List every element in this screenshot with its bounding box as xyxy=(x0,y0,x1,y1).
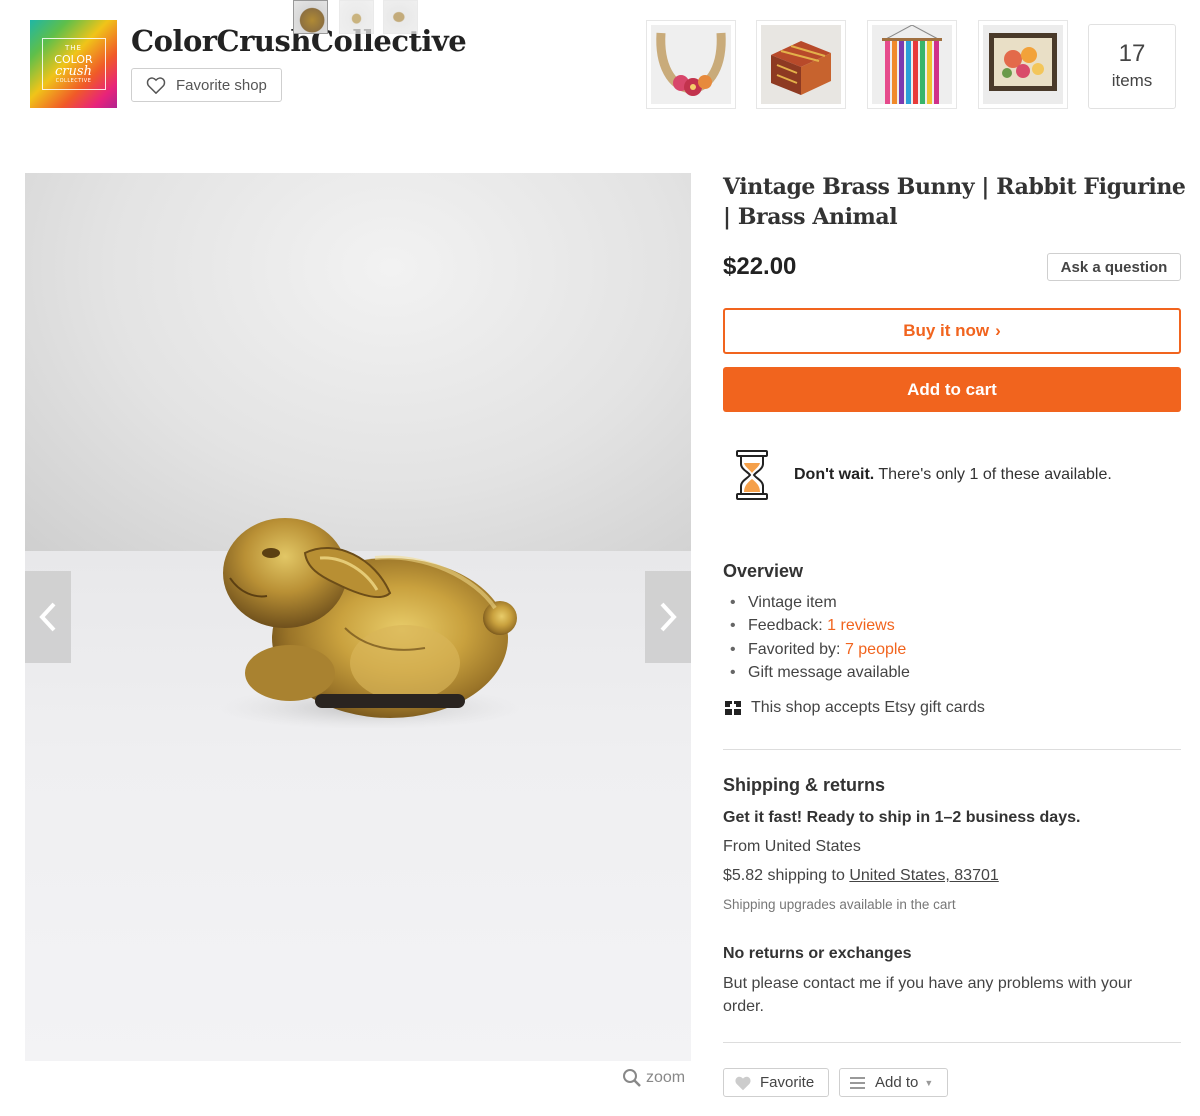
overview-item-feedback: Feedback: 1 reviews xyxy=(730,614,910,638)
shop-item-thumbnail-framed-floral[interactable] xyxy=(978,20,1068,109)
heart-icon xyxy=(146,77,166,94)
overview-item-gift-message: Gift message available xyxy=(730,661,910,685)
gift-cards-notice: This shop accepts Etsy gift cards xyxy=(725,699,985,717)
previous-image-button[interactable] xyxy=(25,571,71,663)
section-divider xyxy=(723,749,1181,750)
overview-item-favorited: Favorited by: 7 people xyxy=(730,638,910,662)
logo-line-4: COLLECTIVE xyxy=(55,77,92,84)
chevron-right-icon xyxy=(660,602,677,632)
items-count-number: 17 xyxy=(1118,40,1146,67)
shop-item-thumbnail-wall-hanging[interactable] xyxy=(867,20,957,109)
shop-logo-frame: THE COLOR crush COLLECTIVE xyxy=(41,38,106,90)
favorite-shop-label: Favorite shop xyxy=(176,76,267,94)
ask-a-question-button[interactable]: Ask a question xyxy=(1047,253,1181,281)
zoom-label: zoom xyxy=(646,1069,686,1086)
feedback-label: Feedback: xyxy=(748,617,828,635)
favorite-item-label: Favorite xyxy=(760,1074,815,1091)
scarcity-notice: Don't wait. There's only 1 of these avai… xyxy=(736,449,1186,501)
add-to-label: Add to xyxy=(875,1074,919,1091)
hourglass-icon xyxy=(736,450,768,500)
logo-line-3: crush xyxy=(55,63,92,79)
favorite-item-button[interactable]: Favorite xyxy=(723,1068,829,1097)
shipping-cost-prefix: $5.82 shipping to xyxy=(723,867,850,884)
box-image xyxy=(761,25,841,104)
shop-items-count[interactable]: 17 items xyxy=(1088,24,1176,109)
listing-price: $22.00 xyxy=(723,253,797,280)
framed-floral-image xyxy=(983,25,1063,104)
buy-it-now-button[interactable]: Buy it now › xyxy=(723,308,1181,354)
feedback-reviews-link[interactable]: 1 reviews xyxy=(827,617,895,634)
magnifier-icon xyxy=(623,1069,641,1087)
listing-title: Vintage Brass Bunny | Rabbit Figurine | … xyxy=(723,174,1186,230)
brass-bunny-figurine-image xyxy=(220,518,520,728)
shop-logo[interactable]: THE COLOR crush COLLECTIVE xyxy=(30,20,117,108)
logo-line-2: COLOR xyxy=(54,52,93,66)
shipping-cost: $5.82 shipping to United States, 83701 xyxy=(723,867,999,885)
scarcity-message: Don't wait. There's only 1 of these avai… xyxy=(794,466,1112,484)
returns-heading: No returns or exchanges xyxy=(723,945,912,962)
caret-down-icon: ▼ xyxy=(924,1077,934,1088)
next-image-button[interactable] xyxy=(645,571,691,663)
shop-item-thumbnail-necklace[interactable] xyxy=(646,20,736,109)
add-to-list-button[interactable]: Add to ▼ xyxy=(839,1068,948,1097)
add-to-cart-button[interactable]: Add to cart xyxy=(723,367,1181,412)
scarcity-bold: Don't wait. xyxy=(794,466,875,483)
scarcity-text: There's only 1 of these available. xyxy=(874,466,1112,483)
wall-hanging-image xyxy=(872,24,952,104)
image-thumbnail-3[interactable] xyxy=(383,0,418,34)
necklace-image xyxy=(651,25,731,104)
listing-main-image[interactable] xyxy=(25,173,691,1061)
chevron-right-icon: › xyxy=(995,321,1001,340)
ship-from-text: From United States xyxy=(723,838,861,855)
image-thumbnail-1[interactable] xyxy=(293,0,328,34)
list-icon xyxy=(850,1076,865,1089)
zoom-button[interactable]: zoom xyxy=(622,1068,685,1088)
chevron-left-icon xyxy=(39,602,56,632)
favorite-shop-button[interactable]: Favorite shop xyxy=(131,68,282,102)
buy-it-now-label: Buy it now xyxy=(903,321,990,340)
favorited-people-link[interactable]: 7 people xyxy=(845,641,906,658)
logo-line-1: THE xyxy=(65,43,82,52)
favorited-label: Favorited by: xyxy=(748,640,845,658)
image-thumbnail-2[interactable] xyxy=(339,0,374,34)
shipping-destination-link[interactable]: United States, 83701 xyxy=(849,867,998,884)
gift-card-icon xyxy=(725,701,741,715)
returns-text: But please contact me if you have any pr… xyxy=(723,975,1133,1015)
heart-icon xyxy=(735,1076,751,1090)
overview-heading: Overview xyxy=(723,561,804,581)
section-divider xyxy=(723,1042,1181,1043)
gift-cards-text: This shop accepts Etsy gift cards xyxy=(751,699,985,716)
shop-item-thumbnail-box[interactable] xyxy=(756,20,846,109)
image-wall-background xyxy=(25,173,691,551)
shipping-upgrades-note: Shipping upgrades available in the cart xyxy=(723,897,956,912)
overview-item-vintage: Vintage item xyxy=(730,591,910,615)
shipping-heading: Shipping & returns xyxy=(723,775,885,795)
overview-list: Vintage item Feedback: 1 reviews Favorit… xyxy=(730,591,910,684)
items-count-label: items xyxy=(1111,71,1153,90)
ship-fast-text: Get it fast! Ready to ship in 1–2 busine… xyxy=(723,809,1081,826)
